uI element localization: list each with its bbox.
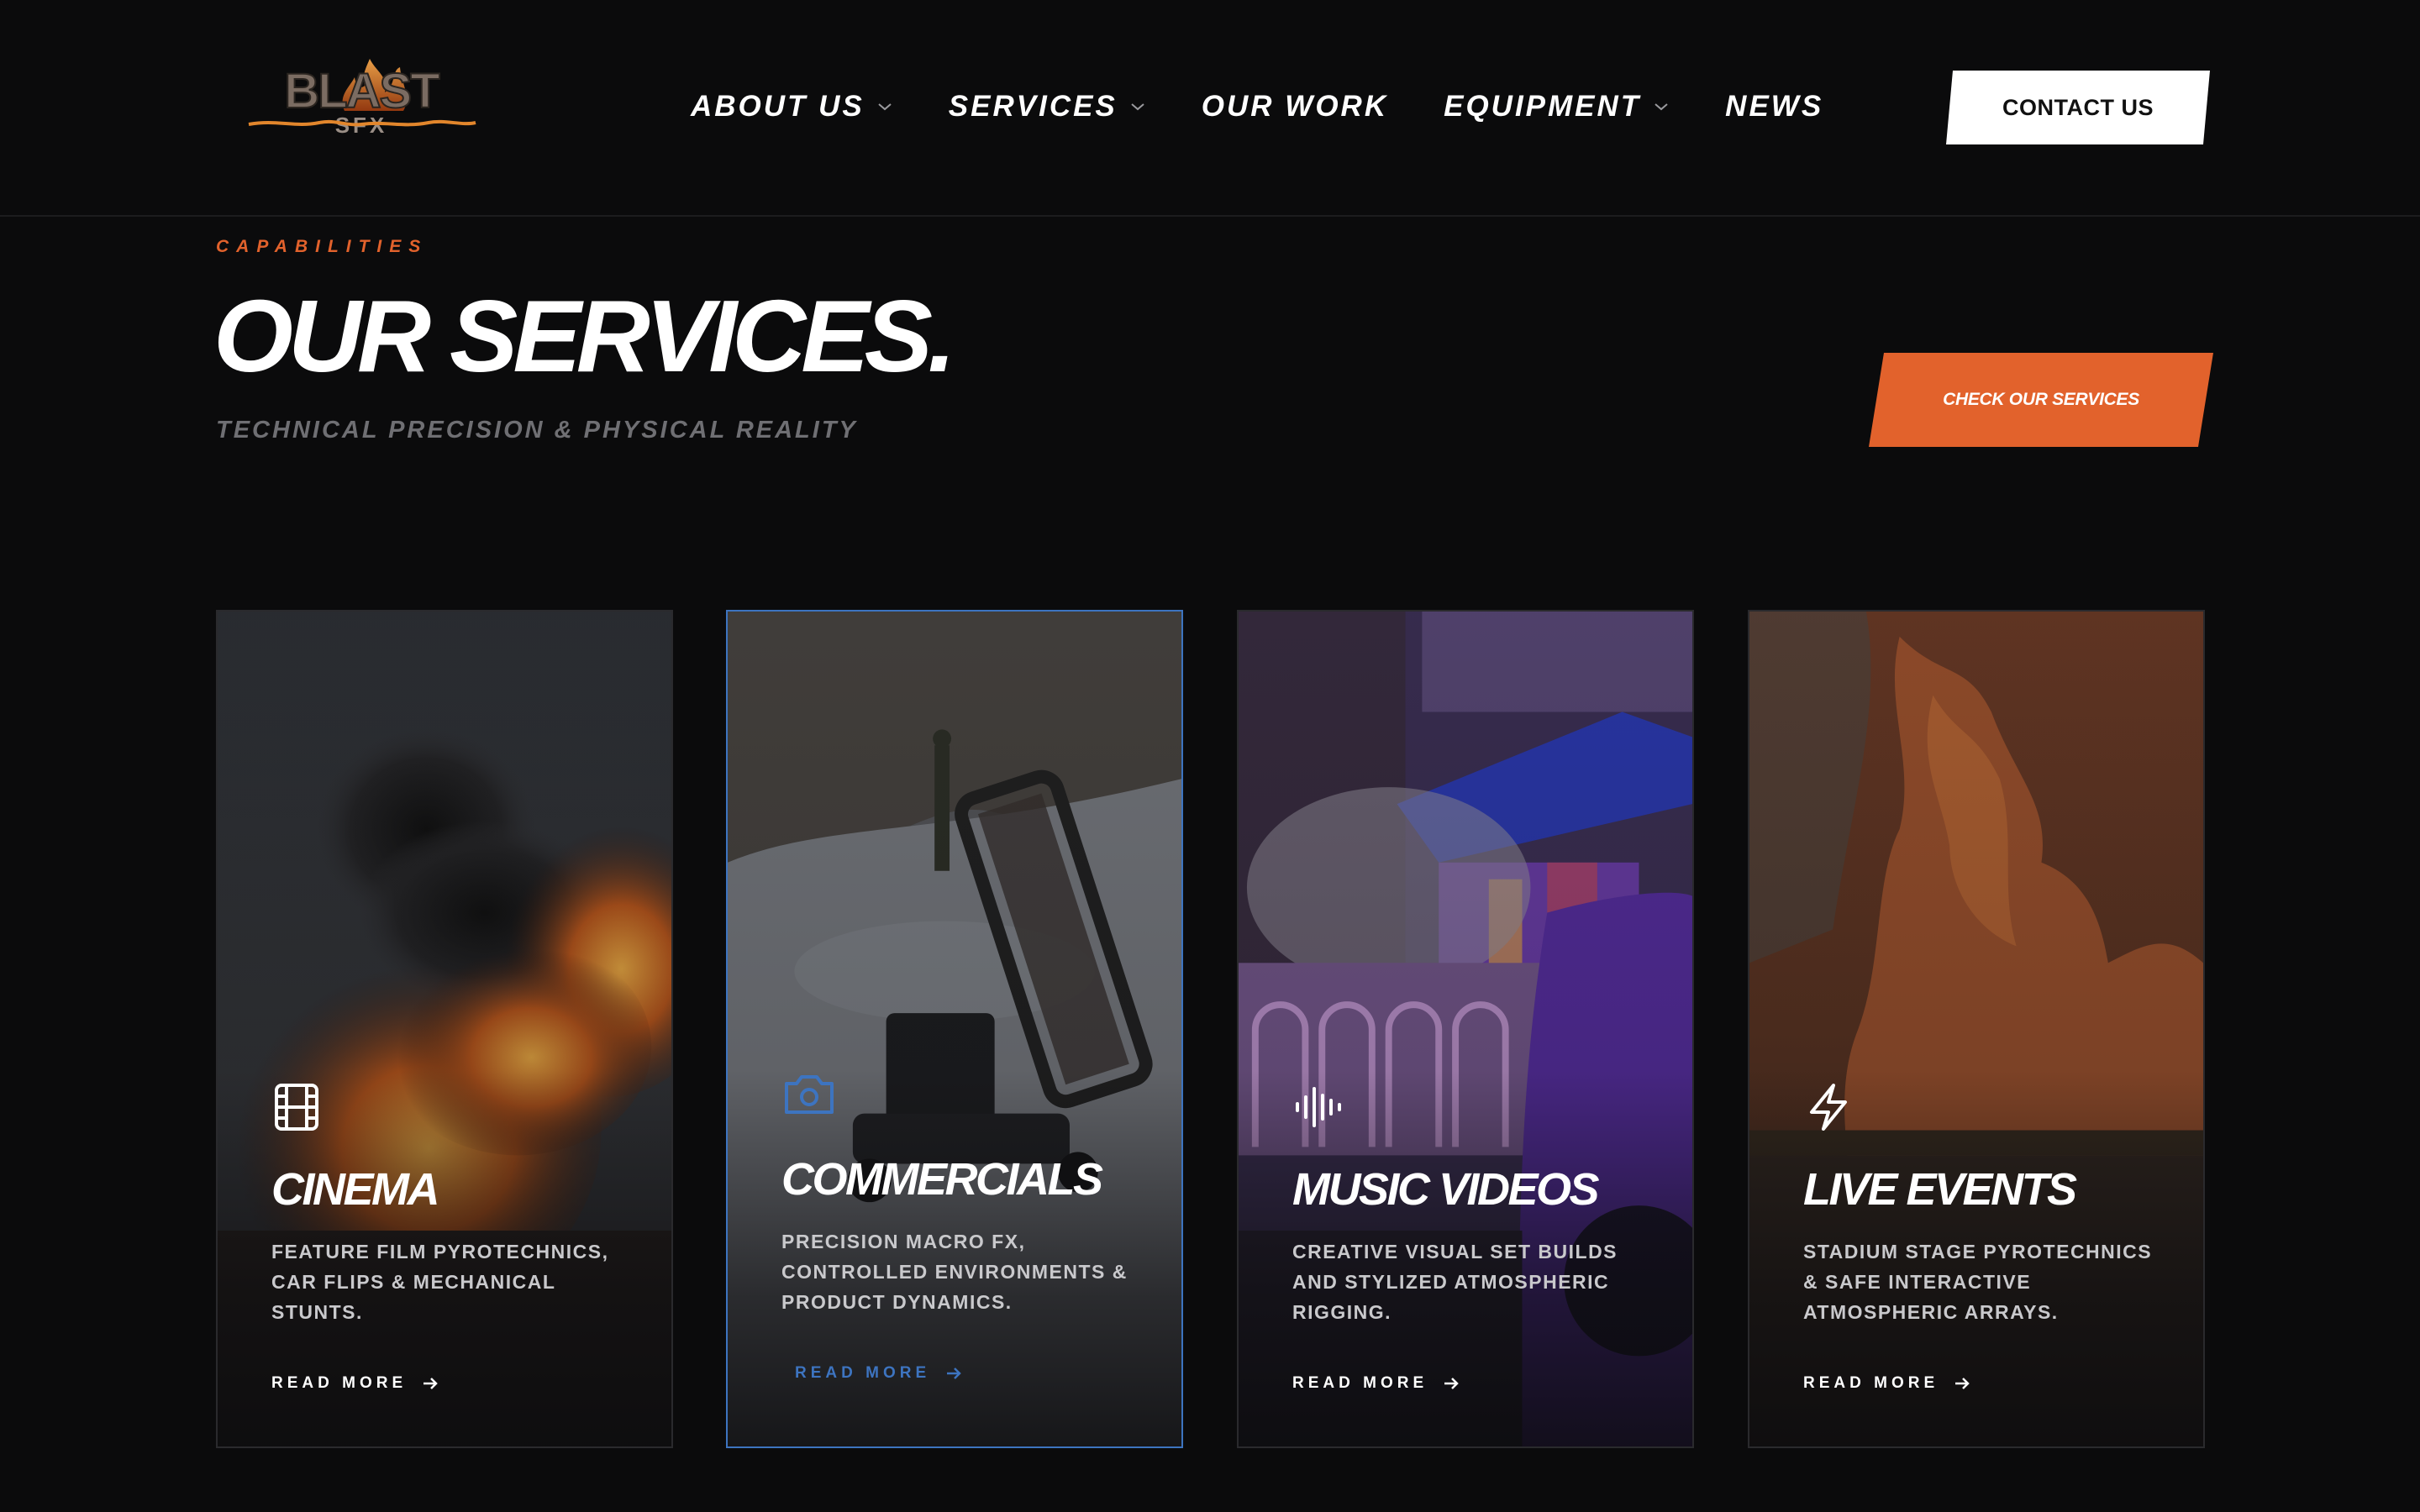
card-content: LIVE EVENTS STADIUM STAGE PYROTECHNICS &… — [1803, 1082, 2170, 1393]
nav-label: NEWS — [1725, 90, 1824, 123]
chevron-down-icon — [876, 102, 893, 112]
card-title: CINEMA — [271, 1164, 440, 1215]
service-card-cinema[interactable]: CINEMA FEATURE FILM PYROTECHNICS, CAR FL… — [216, 610, 673, 1448]
card-content: COMMERCIALS PRECISION MACRO FX, CONTROLL… — [781, 1072, 1148, 1383]
contact-us-button[interactable]: CONTACT US — [1946, 71, 2210, 144]
read-more-link[interactable]: READ MORE — [1292, 1374, 1659, 1393]
arrow-right-icon — [1443, 1377, 1460, 1390]
svg-text:BLAST: BLAST — [284, 64, 439, 118]
service-card-live-events[interactable]: LIVE EVENTS STADIUM STAGE PYROTECHNICS &… — [1748, 610, 2205, 1448]
film-icon — [271, 1082, 322, 1132]
service-card-music-videos[interactable]: MUSIC VIDEOS CREATIVE VISUAL SET BUILDS … — [1237, 610, 1694, 1448]
read-more-link[interactable]: READ MORE — [1803, 1374, 2170, 1393]
nav-our-work[interactable]: OUR WORK — [1202, 90, 1388, 123]
camera-icon — [781, 1072, 834, 1122]
read-more-link[interactable]: READ MORE — [271, 1374, 638, 1393]
card-content: CINEMA FEATURE FILM PYROTECHNICS, CAR FL… — [271, 1082, 638, 1393]
card-description: CREATIVE VISUAL SET BUILDS AND STYLIZED … — [1292, 1241, 1618, 1323]
nav-news[interactable]: NEWS — [1725, 90, 1823, 123]
card-content: MUSIC VIDEOS CREATIVE VISUAL SET BUILDS … — [1292, 1082, 1659, 1393]
nav-services[interactable]: SERVICES — [949, 90, 1146, 123]
chevron-down-icon — [1653, 102, 1670, 112]
audio-wave-icon — [1292, 1082, 1343, 1132]
card-title: LIVE EVENTS — [1803, 1164, 2077, 1215]
nav-label: OUR WORK — [1201, 90, 1389, 123]
card-description: FEATURE FILM PYROTECHNICS, CAR FLIPS & M… — [271, 1241, 609, 1323]
card-title: MUSIC VIDEOS — [1292, 1164, 1600, 1215]
arrow-right-icon — [422, 1377, 439, 1390]
blast-sfx-logo[interactable]: BLAST SFX — [244, 52, 479, 144]
read-more-link[interactable]: READ MORE — [795, 1364, 1148, 1383]
flame-logo-icon: BLAST SFX — [248, 59, 476, 138]
read-more-label: READ MORE — [271, 1374, 408, 1392]
page-title: OUR SERVICES. — [213, 279, 956, 393]
check-services-button[interactable]: CHECK OUR SERVICES — [1869, 353, 2213, 447]
card-title: COMMERCIALS — [781, 1154, 1103, 1205]
nav-label: EQUIPMENT — [1444, 90, 1642, 123]
nav-equipment[interactable]: EQUIPMENT — [1444, 90, 1670, 123]
read-more-label: READ MORE — [795, 1364, 931, 1382]
nav-label: ABOUT US — [691, 90, 865, 123]
arrow-right-icon — [1954, 1377, 1970, 1390]
site-header: BLAST SFX ABOUT US SERVICES OUR WORK EQU… — [0, 0, 2420, 217]
card-description: STADIUM STAGE PYROTECHNICS & SAFE INTERA… — [1803, 1241, 2153, 1323]
read-more-label: READ MORE — [1803, 1374, 1939, 1392]
chevron-down-icon — [1129, 102, 1146, 112]
lightning-icon — [1803, 1082, 1854, 1132]
section-subtitle: TECHNICAL PRECISION & PHYSICAL REALITY — [216, 417, 858, 444]
service-card-commercials[interactable]: COMMERCIALS PRECISION MACRO FX, CONTROLL… — [726, 610, 1183, 1448]
read-more-label: READ MORE — [1292, 1374, 1428, 1392]
main-nav: ABOUT US SERVICES OUR WORK EQUIPMENT NEW… — [691, 86, 1823, 128]
nav-about-us[interactable]: ABOUT US — [691, 90, 893, 123]
card-description: PRECISION MACRO FX, CONTROLLED ENVIRONME… — [781, 1231, 1128, 1313]
nav-label: SERVICES — [948, 90, 1118, 123]
arrow-right-icon — [945, 1367, 962, 1380]
section-eyebrow: CAPABILITIES — [216, 237, 429, 256]
